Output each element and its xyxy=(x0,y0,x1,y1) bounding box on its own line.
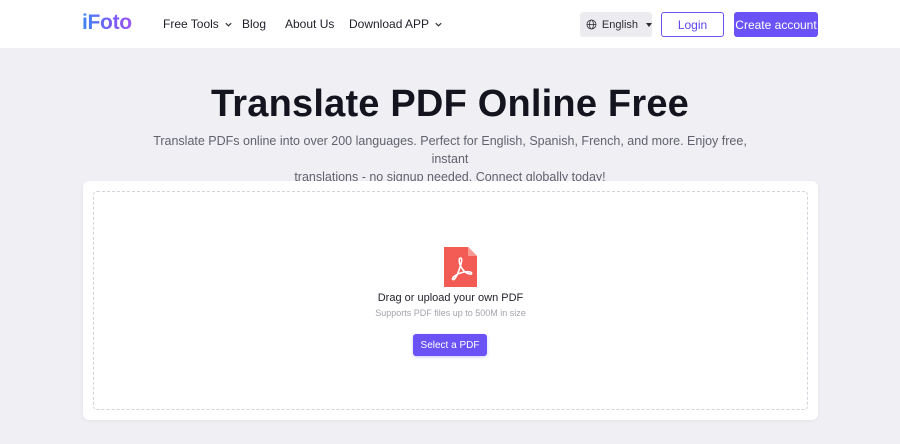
page-subtitle-line-1: Translate PDFs online into over 200 lang… xyxy=(153,134,747,166)
create-account-button[interactable]: Create account xyxy=(734,12,818,37)
pdf-file-icon xyxy=(444,247,477,287)
chevron-down-icon xyxy=(435,22,442,27)
nav-blog[interactable]: Blog xyxy=(242,17,266,31)
login-button[interactable]: Login xyxy=(661,12,724,37)
page-subtitle: Translate PDFs online into over 200 lang… xyxy=(150,132,750,186)
drag-upload-text: Drag or upload your own PDF xyxy=(377,292,524,304)
select-pdf-button[interactable]: Select a PDF xyxy=(413,334,487,356)
nav-download-app-label: Download APP xyxy=(349,17,430,31)
nav-blog-label: Blog xyxy=(242,17,267,31)
nav-download-app[interactable]: Download APP xyxy=(349,17,443,31)
top-nav-bar: iFoto Free Tools Blog About Us Download … xyxy=(0,0,900,48)
nav-about-us[interactable]: About Us xyxy=(285,17,334,31)
chevron-down-icon xyxy=(225,22,232,27)
upload-card: Drag or upload your own PDF Supports PDF… xyxy=(83,181,818,420)
nav-about-us-label: About Us xyxy=(285,17,335,31)
nav-free-tools[interactable]: Free Tools xyxy=(163,17,233,31)
file-size-hint: Supports PDF files up to 500M in size xyxy=(375,308,526,318)
language-label: English xyxy=(601,18,638,31)
ifoto-logo[interactable]: iFoto xyxy=(82,11,132,35)
page-title: Translate PDF Online Free xyxy=(210,83,690,125)
caret-down-icon xyxy=(646,22,652,27)
globe-icon xyxy=(586,19,597,30)
language-selector[interactable]: English xyxy=(580,12,652,37)
pdf-dropzone[interactable]: Drag or upload your own PDF Supports PDF… xyxy=(93,191,808,410)
nav-free-tools-label: Free Tools xyxy=(163,17,219,31)
